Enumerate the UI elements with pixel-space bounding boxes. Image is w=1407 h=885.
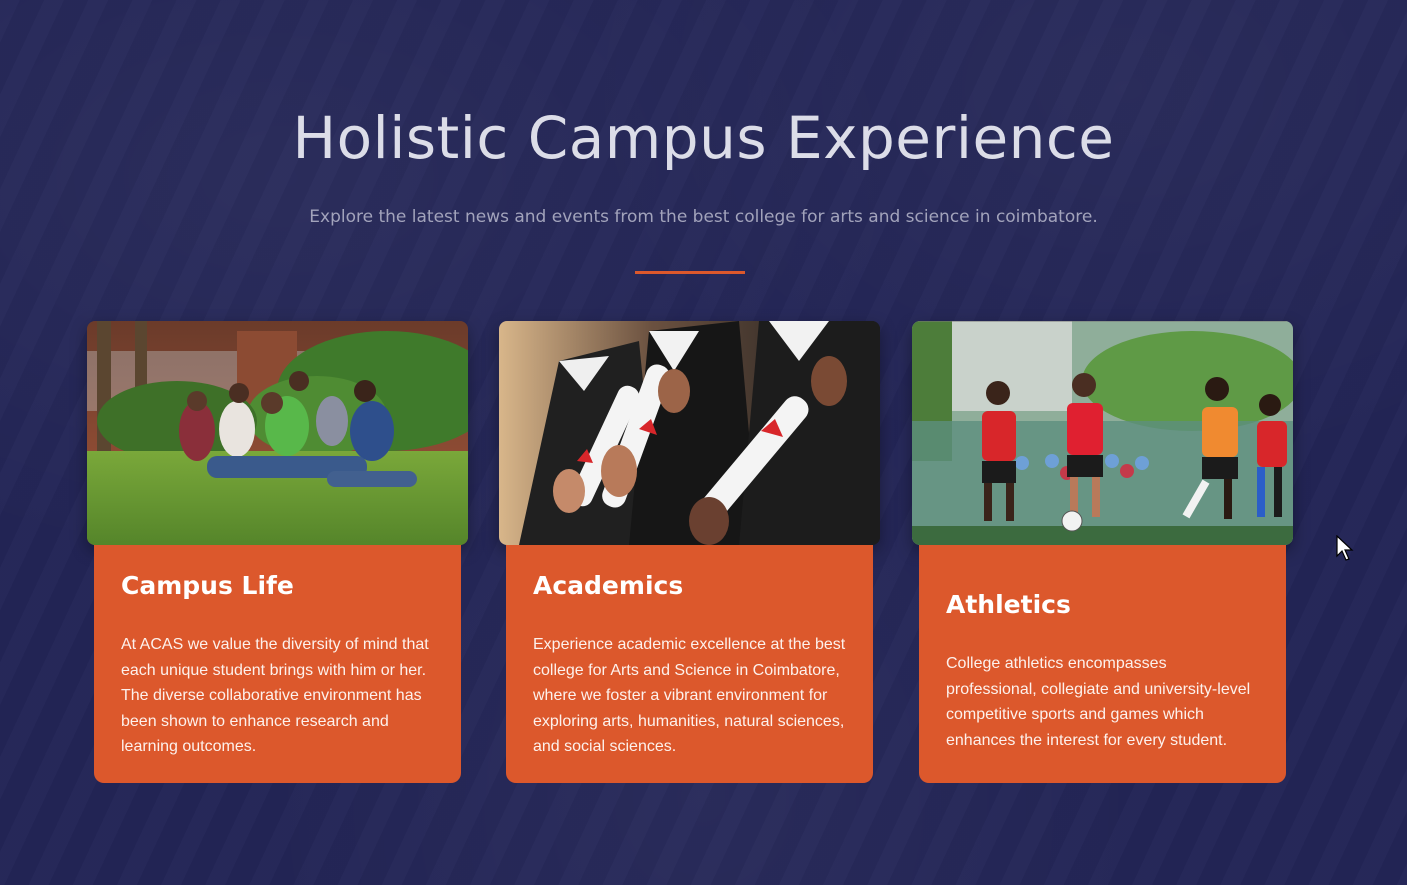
academics-image[interactable] [499,321,880,545]
card-description: Experience academic excellence at the be… [533,636,846,755]
card-title[interactable]: Campus Life [121,571,434,600]
card-title[interactable]: Academics [533,571,846,600]
card-description: At ACAS we value the diversity of mind t… [121,636,429,755]
athletics-image[interactable] [912,321,1293,545]
section-title: Holistic Campus Experience [292,104,1115,172]
card-description: College athletics encompasses profession… [946,655,1251,749]
athletics-card[interactable]: Athletics College athletics encompasses … [919,545,1286,783]
campus-life-card[interactable]: Campus Life At ACAS we value the diversi… [94,545,461,783]
section-subtitle: Explore the latest news and events from … [309,207,1098,227]
mouse-cursor-icon [1336,534,1354,568]
card-title[interactable]: Athletics [946,590,1259,619]
academics-card[interactable]: Academics Experience academic excellence… [506,545,873,783]
campus-life-image[interactable] [87,321,468,545]
title-divider [635,271,745,274]
